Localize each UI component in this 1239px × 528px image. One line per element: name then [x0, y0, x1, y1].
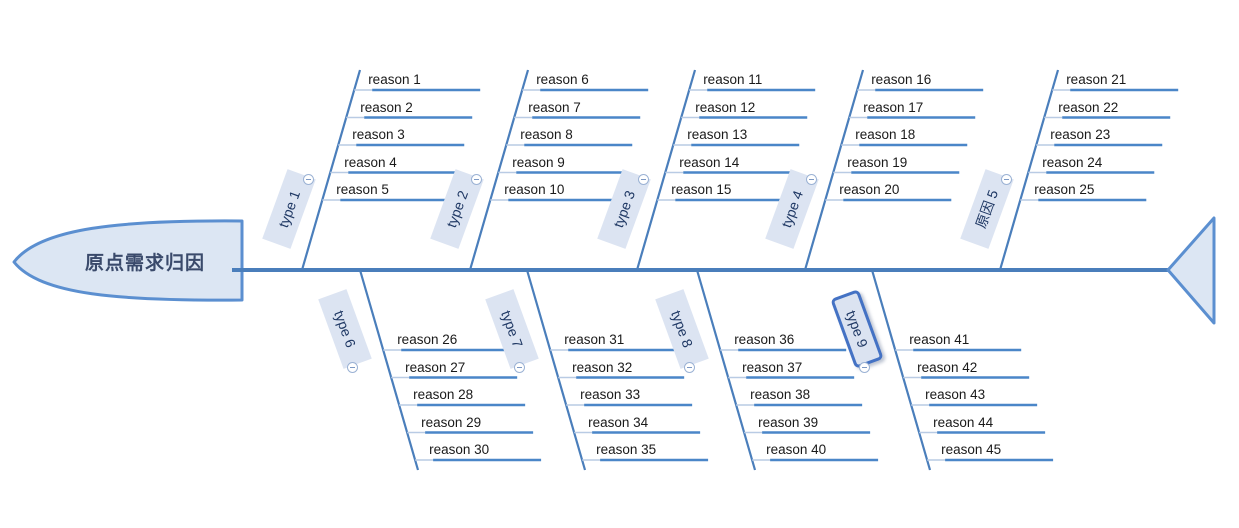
branch-label-text: type 2 — [442, 188, 472, 230]
reason-label[interactable]: reason 19 — [847, 155, 907, 170]
branch-label-text: type 6 — [330, 308, 360, 350]
reason-label[interactable]: reason 41 — [909, 333, 969, 347]
reason-label[interactable]: reason 39 — [758, 415, 818, 430]
branch-label-text: 原因 5 — [972, 187, 1002, 231]
reason-label[interactable]: reason 31 — [564, 333, 624, 347]
reason-label[interactable]: reason 24 — [1042, 155, 1102, 170]
branch-label-text: type 4 — [777, 188, 807, 230]
branch-label-text: type 9 — [842, 308, 872, 350]
diagram-label-layer: reason 1 reason 2 reason 3 reason 4 reason 5… — [0, 0, 1239, 528]
branch-bottom-4-label[interactable]: type 9 — [830, 289, 884, 369]
reason-label[interactable]: reason 37 — [742, 360, 802, 375]
reason-label[interactable]: reason 27 — [405, 360, 465, 375]
reason-label[interactable]: reason 11 — [703, 73, 762, 87]
reason-label[interactable]: reason 34 — [588, 415, 648, 430]
minus-circle-icon[interactable] — [471, 174, 482, 185]
minus-circle-icon[interactable] — [303, 174, 314, 185]
branch-bottom-3-label[interactable]: type 8 — [655, 289, 709, 369]
reason-label[interactable]: reason 13 — [687, 128, 747, 142]
reason-label[interactable]: reason 2 — [360, 100, 413, 115]
reason-label[interactable]: reason 22 — [1058, 100, 1118, 115]
reason-label[interactable]: reason 28 — [413, 388, 473, 402]
reason-label[interactable]: reason 26 — [397, 333, 457, 347]
minus-circle-icon[interactable] — [514, 362, 525, 373]
minus-circle-icon[interactable] — [859, 362, 870, 373]
reason-label[interactable]: reason 4 — [344, 155, 397, 170]
reason-label[interactable]: reason 33 — [580, 388, 640, 402]
reason-label[interactable]: reason 9 — [512, 155, 565, 170]
branch-label-text: type 7 — [497, 308, 527, 350]
minus-circle-icon[interactable] — [684, 362, 695, 373]
reason-label[interactable]: reason 7 — [528, 100, 581, 115]
reason-label[interactable]: reason 14 — [679, 155, 739, 170]
branch-bottom-1-label[interactable]: type 6 — [318, 289, 372, 369]
reason-label[interactable]: reason 44 — [933, 415, 993, 430]
branch-label-text: type 3 — [609, 188, 639, 230]
reason-label[interactable]: reason 42 — [917, 360, 977, 375]
minus-circle-icon[interactable] — [806, 174, 817, 185]
reason-label[interactable]: reason 40 — [766, 443, 826, 457]
reason-label[interactable]: reason 36 — [734, 333, 794, 347]
reason-label[interactable]: reason 23 — [1050, 128, 1110, 142]
reason-label[interactable]: reason 45 — [941, 443, 1001, 457]
reason-label[interactable]: reason 5 — [336, 183, 389, 197]
reason-label[interactable]: reason 18 — [855, 128, 915, 142]
reason-label[interactable]: reason 10 — [504, 183, 564, 197]
branch-bottom-2-label[interactable]: type 7 — [485, 289, 539, 369]
fishbone-diagram-canvas: 原点需求归因 reason 1 reason 2 reason 3 reason 4r… — [0, 0, 1239, 528]
reason-label[interactable]: reason 38 — [750, 388, 810, 402]
reason-label[interactable]: reason 43 — [925, 388, 985, 402]
reason-label[interactable]: reason 25 — [1034, 183, 1094, 197]
minus-circle-icon[interactable] — [638, 174, 649, 185]
minus-circle-icon[interactable] — [1001, 174, 1012, 185]
branch-label-text: type 8 — [667, 308, 697, 350]
reason-label[interactable]: reason 35 — [596, 443, 656, 457]
reason-label[interactable]: reason 8 — [520, 128, 573, 142]
reason-label[interactable]: reason 6 — [536, 73, 589, 87]
reason-label[interactable]: reason 29 — [421, 415, 481, 430]
reason-label[interactable]: reason 21 — [1066, 73, 1126, 87]
reason-label[interactable]: reason 1 — [368, 73, 421, 87]
reason-label[interactable]: reason 17 — [863, 100, 923, 115]
reason-label[interactable]: reason 20 — [839, 183, 899, 197]
reason-label[interactable]: reason 16 — [871, 73, 931, 87]
minus-circle-icon[interactable] — [347, 362, 358, 373]
reason-label[interactable]: reason 15 — [671, 183, 731, 197]
reason-label[interactable]: reason 30 — [429, 443, 489, 457]
branch-label-text: type 1 — [274, 188, 304, 230]
reason-label[interactable]: reason 32 — [572, 360, 632, 375]
reason-label[interactable]: reason 12 — [695, 100, 755, 115]
reason-label[interactable]: reason 3 — [352, 128, 405, 142]
